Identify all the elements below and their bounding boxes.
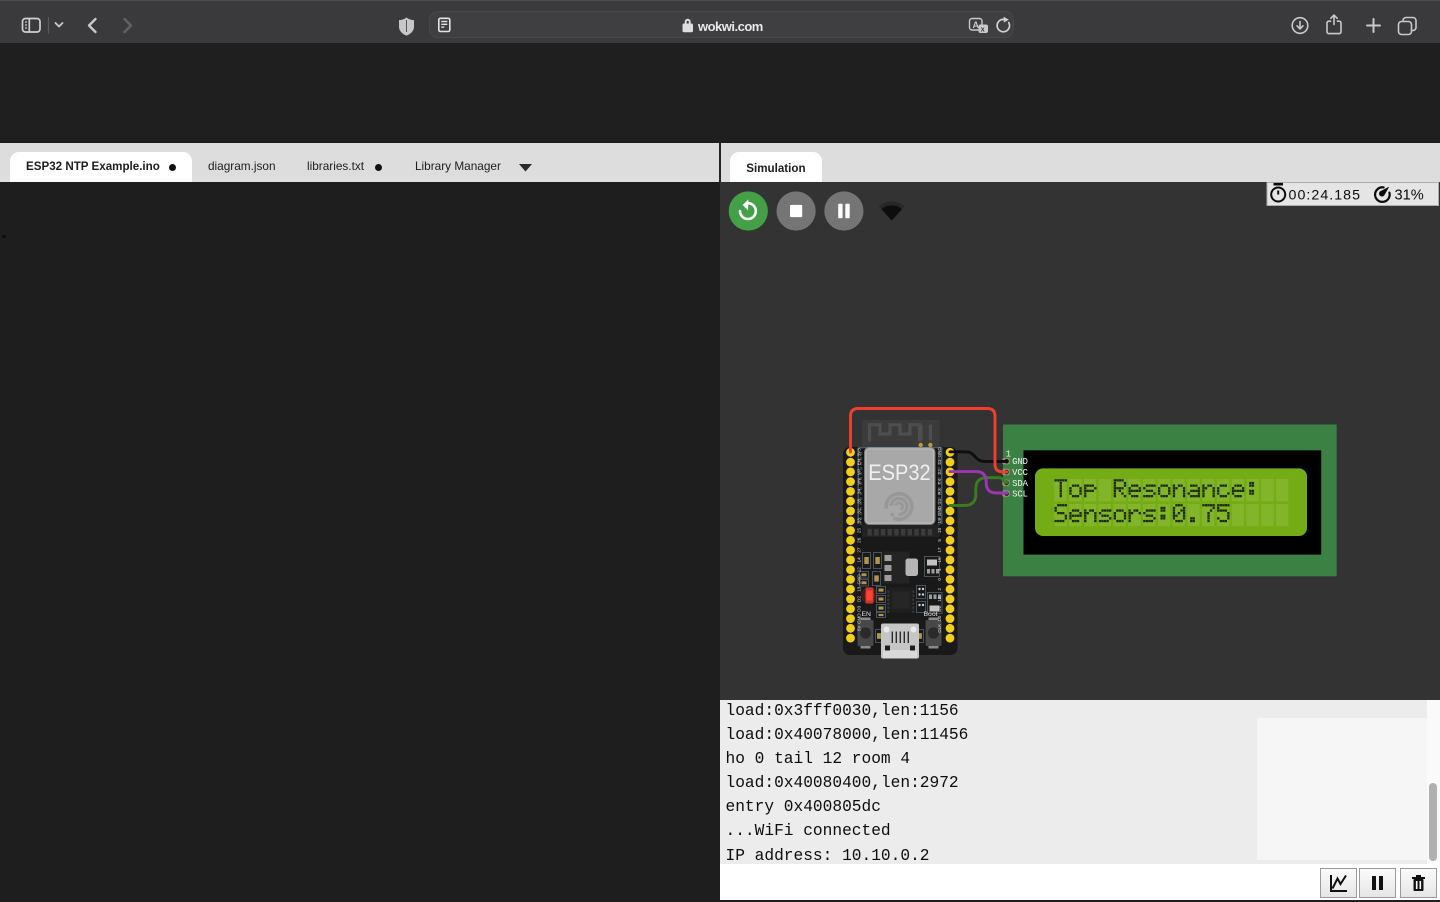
svg-text:D1: D1 (937, 605, 942, 611)
svg-text:GND: GND (937, 447, 942, 458)
svg-text:31%: 31% (1395, 187, 1424, 203)
svg-text:21: 21 (937, 498, 942, 504)
svg-text:ESP32: ESP32 (868, 460, 931, 485)
svg-text:D0: D0 (937, 615, 942, 621)
svg-text:EN: EN (862, 611, 872, 618)
svg-text:CLK: CLK (937, 623, 942, 633)
svg-text:14: 14 (857, 557, 862, 563)
svg-text:0: 0 (937, 578, 942, 581)
svg-text:GND: GND (937, 505, 942, 516)
svg-text:SCL: SCL (1012, 490, 1028, 500)
svg-text:22: 22 (937, 469, 942, 475)
svg-text:GND: GND (857, 574, 862, 585)
svg-text:12: 12 (857, 567, 862, 573)
svg-text:5V: 5V (857, 625, 862, 632)
svg-text:CMD: CMD (857, 613, 862, 624)
svg-text:32: 32 (857, 508, 862, 514)
svg-text:19: 19 (937, 518, 942, 524)
svg-text:SDA: SDA (1012, 479, 1029, 489)
svg-text:x: x (981, 26, 985, 33)
svg-text:D3: D3 (857, 605, 862, 611)
svg-text:VP: VP (857, 469, 862, 475)
svg-text:16: 16 (937, 557, 942, 563)
svg-text:23: 23 (937, 459, 942, 465)
svg-text:VN: VN (857, 478, 862, 484)
svg-text:5: 5 (937, 539, 942, 542)
svg-text:25: 25 (857, 528, 862, 534)
svg-text:VCC: VCC (1012, 468, 1028, 478)
svg-text:GND: GND (1012, 457, 1028, 467)
svg-text:wokwi.com: wokwi.com (697, 19, 763, 34)
svg-text:26: 26 (857, 537, 862, 543)
svg-text:33: 33 (857, 518, 862, 524)
svg-text:3V3: 3V3 (857, 448, 862, 457)
svg-text:27: 27 (857, 547, 862, 553)
svg-text:A: A (973, 20, 980, 30)
svg-text:13: 13 (857, 586, 862, 592)
svg-text:34: 34 (857, 488, 862, 494)
svg-text:4: 4 (937, 568, 942, 571)
svg-text:EN: EN (857, 459, 862, 465)
svg-text:35: 35 (857, 498, 862, 504)
svg-text:00:24.185: 00:24.185 (1289, 187, 1362, 203)
svg-text:TX: TX (937, 479, 942, 485)
svg-text:Boot: Boot (924, 611, 938, 618)
svg-text:15: 15 (937, 596, 942, 602)
svg-text:18: 18 (937, 528, 942, 534)
svg-text:1: 1 (1006, 449, 1011, 459)
svg-text:2: 2 (937, 587, 942, 590)
svg-text:D2: D2 (857, 596, 862, 602)
svg-text:RX: RX (937, 488, 942, 494)
svg-text:17: 17 (937, 547, 942, 553)
